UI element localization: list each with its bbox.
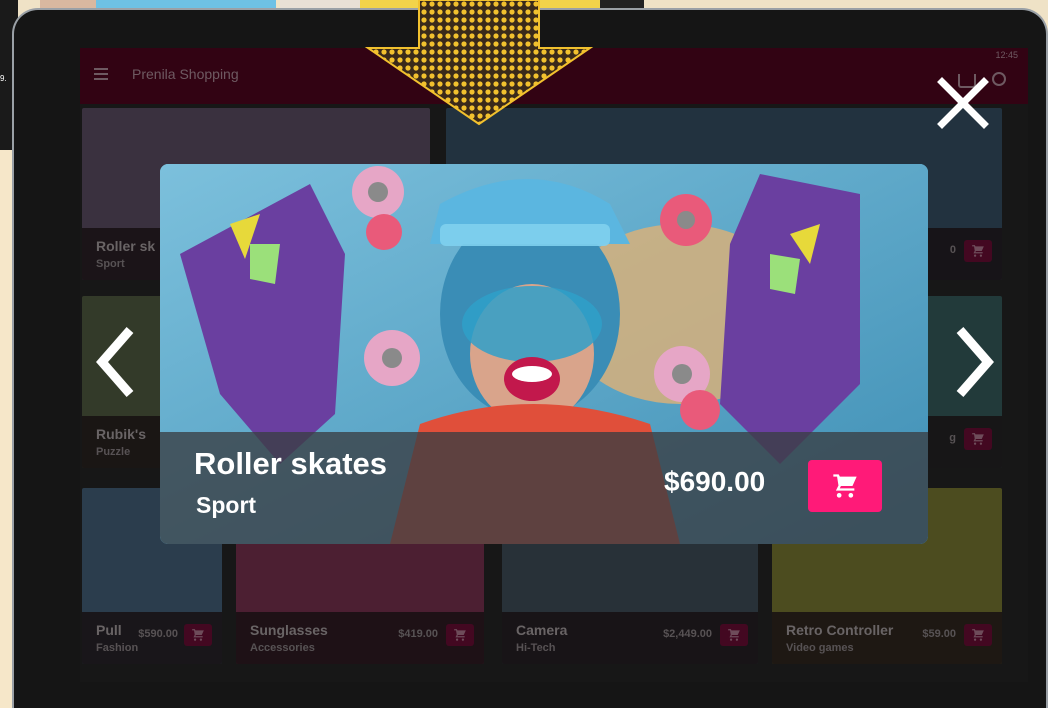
product-category: Sport <box>196 492 257 518</box>
product-info-bar: Roller skates Sport $690.00 <box>160 432 928 544</box>
product-price: $690.00 <box>664 466 766 497</box>
product-lightbox: Roller skates Sport $690.00 <box>160 164 928 544</box>
close-icon <box>937 77 989 129</box>
cart-icon <box>833 474 857 498</box>
product-name: Roller skates <box>194 446 387 481</box>
close-button[interactable] <box>934 74 992 132</box>
add-to-cart-button[interactable] <box>808 460 882 512</box>
chevron-right-icon <box>956 327 994 397</box>
previous-button[interactable] <box>90 322 140 402</box>
chevron-left-icon <box>96 327 134 397</box>
next-button[interactable] <box>950 322 1000 402</box>
annotation-arrow <box>364 0 594 126</box>
